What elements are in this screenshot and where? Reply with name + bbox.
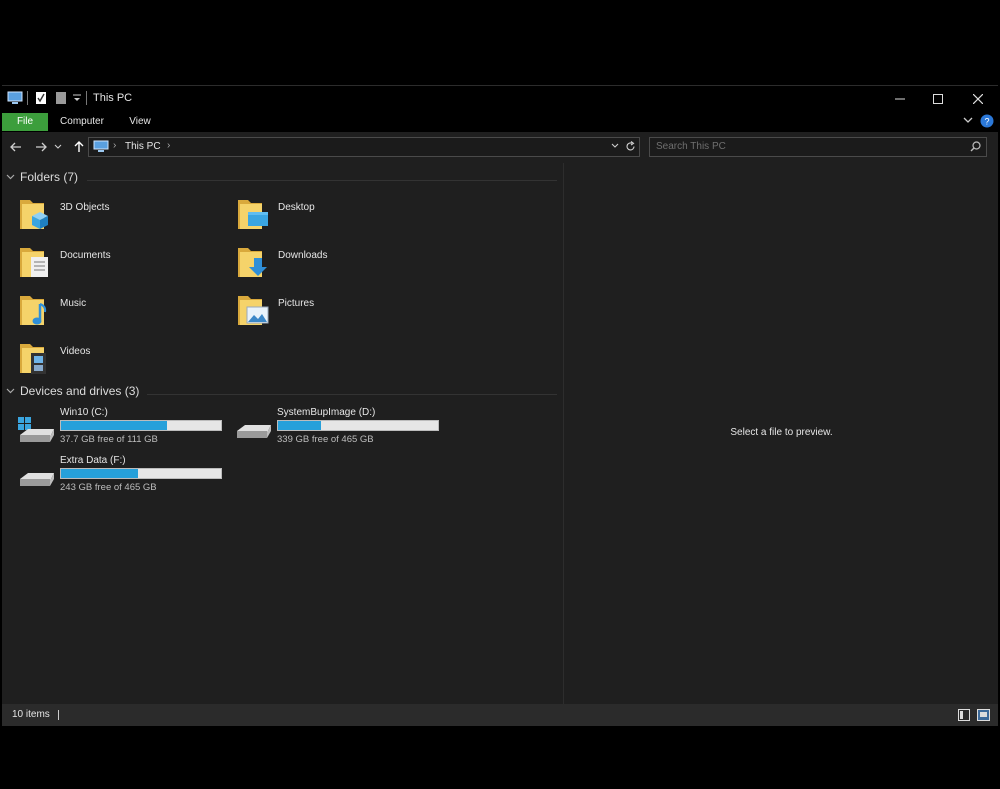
drive-usage-fill	[278, 421, 322, 430]
collapse-chevron-icon[interactable]	[6, 172, 16, 182]
breadcrumb-this-pc[interactable]: This PC	[125, 141, 161, 152]
preview-pane: Select a file to preview.	[563, 163, 999, 704]
address-history-icon[interactable]	[611, 143, 619, 149]
tab-file[interactable]: File	[2, 113, 48, 131]
drive-name: SystemBupImage (D:)	[277, 407, 376, 418]
drive-name: Win10 (C:)	[60, 407, 108, 418]
minimize-icon	[895, 98, 905, 99]
back-button[interactable]	[7, 138, 25, 156]
address-bar[interactable]: › This PC ›	[88, 137, 640, 157]
folder-label: 3D Objects	[60, 202, 110, 213]
group-title: Devices and drives (3)	[20, 384, 140, 398]
hard-drive-icon	[20, 473, 54, 486]
navigation-bar: › This PC › Search This PC	[2, 132, 998, 162]
maximize-icon	[933, 93, 943, 104]
main-content: Folders (7) 3D Objects Desktop Documents…	[2, 163, 562, 704]
folder-videos[interactable]: Videos	[2, 340, 212, 386]
drive-f[interactable]: Extra Data (F:) 243 GB free of 465 GB	[2, 455, 222, 501]
windows-drive-icon	[18, 417, 54, 442]
drive-name: Extra Data (F:)	[60, 455, 126, 466]
3d-objects-folder-icon	[20, 200, 48, 229]
drive-free-space: 37.7 GB free of 111 GB	[60, 434, 158, 445]
folder-desktop[interactable]: Desktop	[220, 196, 430, 242]
drive-usage-fill	[61, 469, 138, 478]
group-header-drives[interactable]: Devices and drives (3)	[6, 384, 139, 398]
expand-ribbon-icon[interactable]	[963, 117, 973, 125]
customize-qat-icon[interactable]	[72, 91, 82, 105]
status-separator	[58, 710, 59, 720]
group-divider	[147, 394, 557, 395]
this-pc-icon	[7, 91, 23, 104]
chevron-down-icon	[54, 144, 62, 149]
status-bar: 10 items	[2, 704, 998, 726]
drive-usage-bar	[60, 468, 222, 479]
videos-folder-icon	[20, 344, 46, 374]
folder-label: Downloads	[278, 250, 328, 261]
desktop-folder-icon	[238, 200, 268, 229]
close-button[interactable]	[958, 86, 998, 111]
tab-computer[interactable]: Computer	[54, 113, 110, 131]
documents-folder-icon	[20, 248, 48, 277]
window-title: This PC	[93, 92, 133, 104]
breadcrumb-separator-icon: ›	[113, 140, 117, 151]
collapse-chevron-icon[interactable]	[6, 386, 16, 396]
large-icons-view-icon[interactable]	[977, 709, 990, 721]
this-pc-icon	[93, 140, 109, 152]
qat-separator	[86, 91, 87, 105]
pictures-folder-icon	[238, 296, 269, 325]
item-count: 10 items	[12, 709, 50, 720]
group-divider	[87, 180, 557, 181]
svg-text:?: ?	[984, 117, 989, 127]
search-placeholder: Search This PC	[656, 141, 726, 152]
group-title: Folders (7)	[20, 170, 79, 184]
preview-message: Select a file to preview.	[730, 427, 833, 438]
folder-label: Documents	[60, 250, 111, 261]
recent-locations-button[interactable]	[53, 138, 63, 156]
minimize-button[interactable]	[880, 86, 920, 111]
drive-free-space: 243 GB free of 465 GB	[60, 482, 157, 493]
folder-music[interactable]: Music	[2, 292, 212, 338]
breadcrumb-chevron-icon[interactable]: ›	[167, 140, 170, 151]
close-icon	[973, 93, 983, 104]
drive-usage-bar	[60, 420, 222, 431]
music-folder-icon	[20, 296, 47, 325]
back-arrow-icon	[10, 142, 21, 152]
hard-drive-icon	[237, 425, 271, 438]
tab-view[interactable]: View	[120, 113, 160, 131]
title-bar: This PC	[2, 86, 998, 111]
folder-documents[interactable]: Documents	[2, 244, 212, 290]
file-explorer-window: This PC File Computer View ? › This PC ›…	[2, 85, 998, 726]
folder-label: Desktop	[278, 202, 315, 213]
refresh-icon[interactable]	[625, 141, 636, 152]
forward-arrow-icon	[36, 142, 47, 152]
folder-pictures[interactable]: Pictures	[220, 292, 430, 338]
folder-label: Music	[60, 298, 87, 309]
drive-free-space: 339 GB free of 465 GB	[277, 434, 374, 445]
drive-usage-bar	[277, 420, 439, 431]
folder-label: Videos	[60, 346, 91, 357]
help-icon[interactable]: ?	[980, 114, 994, 128]
group-header-folders[interactable]: Folders (7)	[6, 170, 78, 184]
folder-label: Pictures	[278, 298, 315, 309]
new-folder-icon[interactable]	[55, 91, 67, 105]
properties-icon[interactable]	[35, 91, 47, 105]
drive-c[interactable]: Win10 (C:) 37.7 GB free of 111 GB	[2, 407, 222, 453]
search-icon	[970, 141, 981, 152]
qat-separator	[27, 91, 28, 105]
details-view-icon[interactable]	[958, 709, 970, 721]
up-button[interactable]	[70, 138, 88, 156]
folder-downloads[interactable]: Downloads	[220, 244, 430, 290]
folder-3d-objects[interactable]: 3D Objects	[2, 196, 212, 242]
forward-button[interactable]	[32, 138, 50, 156]
drive-d[interactable]: SystemBupImage (D:) 339 GB free of 465 G…	[219, 407, 439, 453]
ribbon-tabs: File Computer View ?	[2, 111, 998, 132]
drive-usage-fill	[61, 421, 167, 430]
up-arrow-icon	[74, 141, 84, 152]
search-input[interactable]: Search This PC	[649, 137, 987, 157]
downloads-folder-icon	[238, 248, 267, 277]
maximize-button[interactable]	[918, 86, 958, 111]
